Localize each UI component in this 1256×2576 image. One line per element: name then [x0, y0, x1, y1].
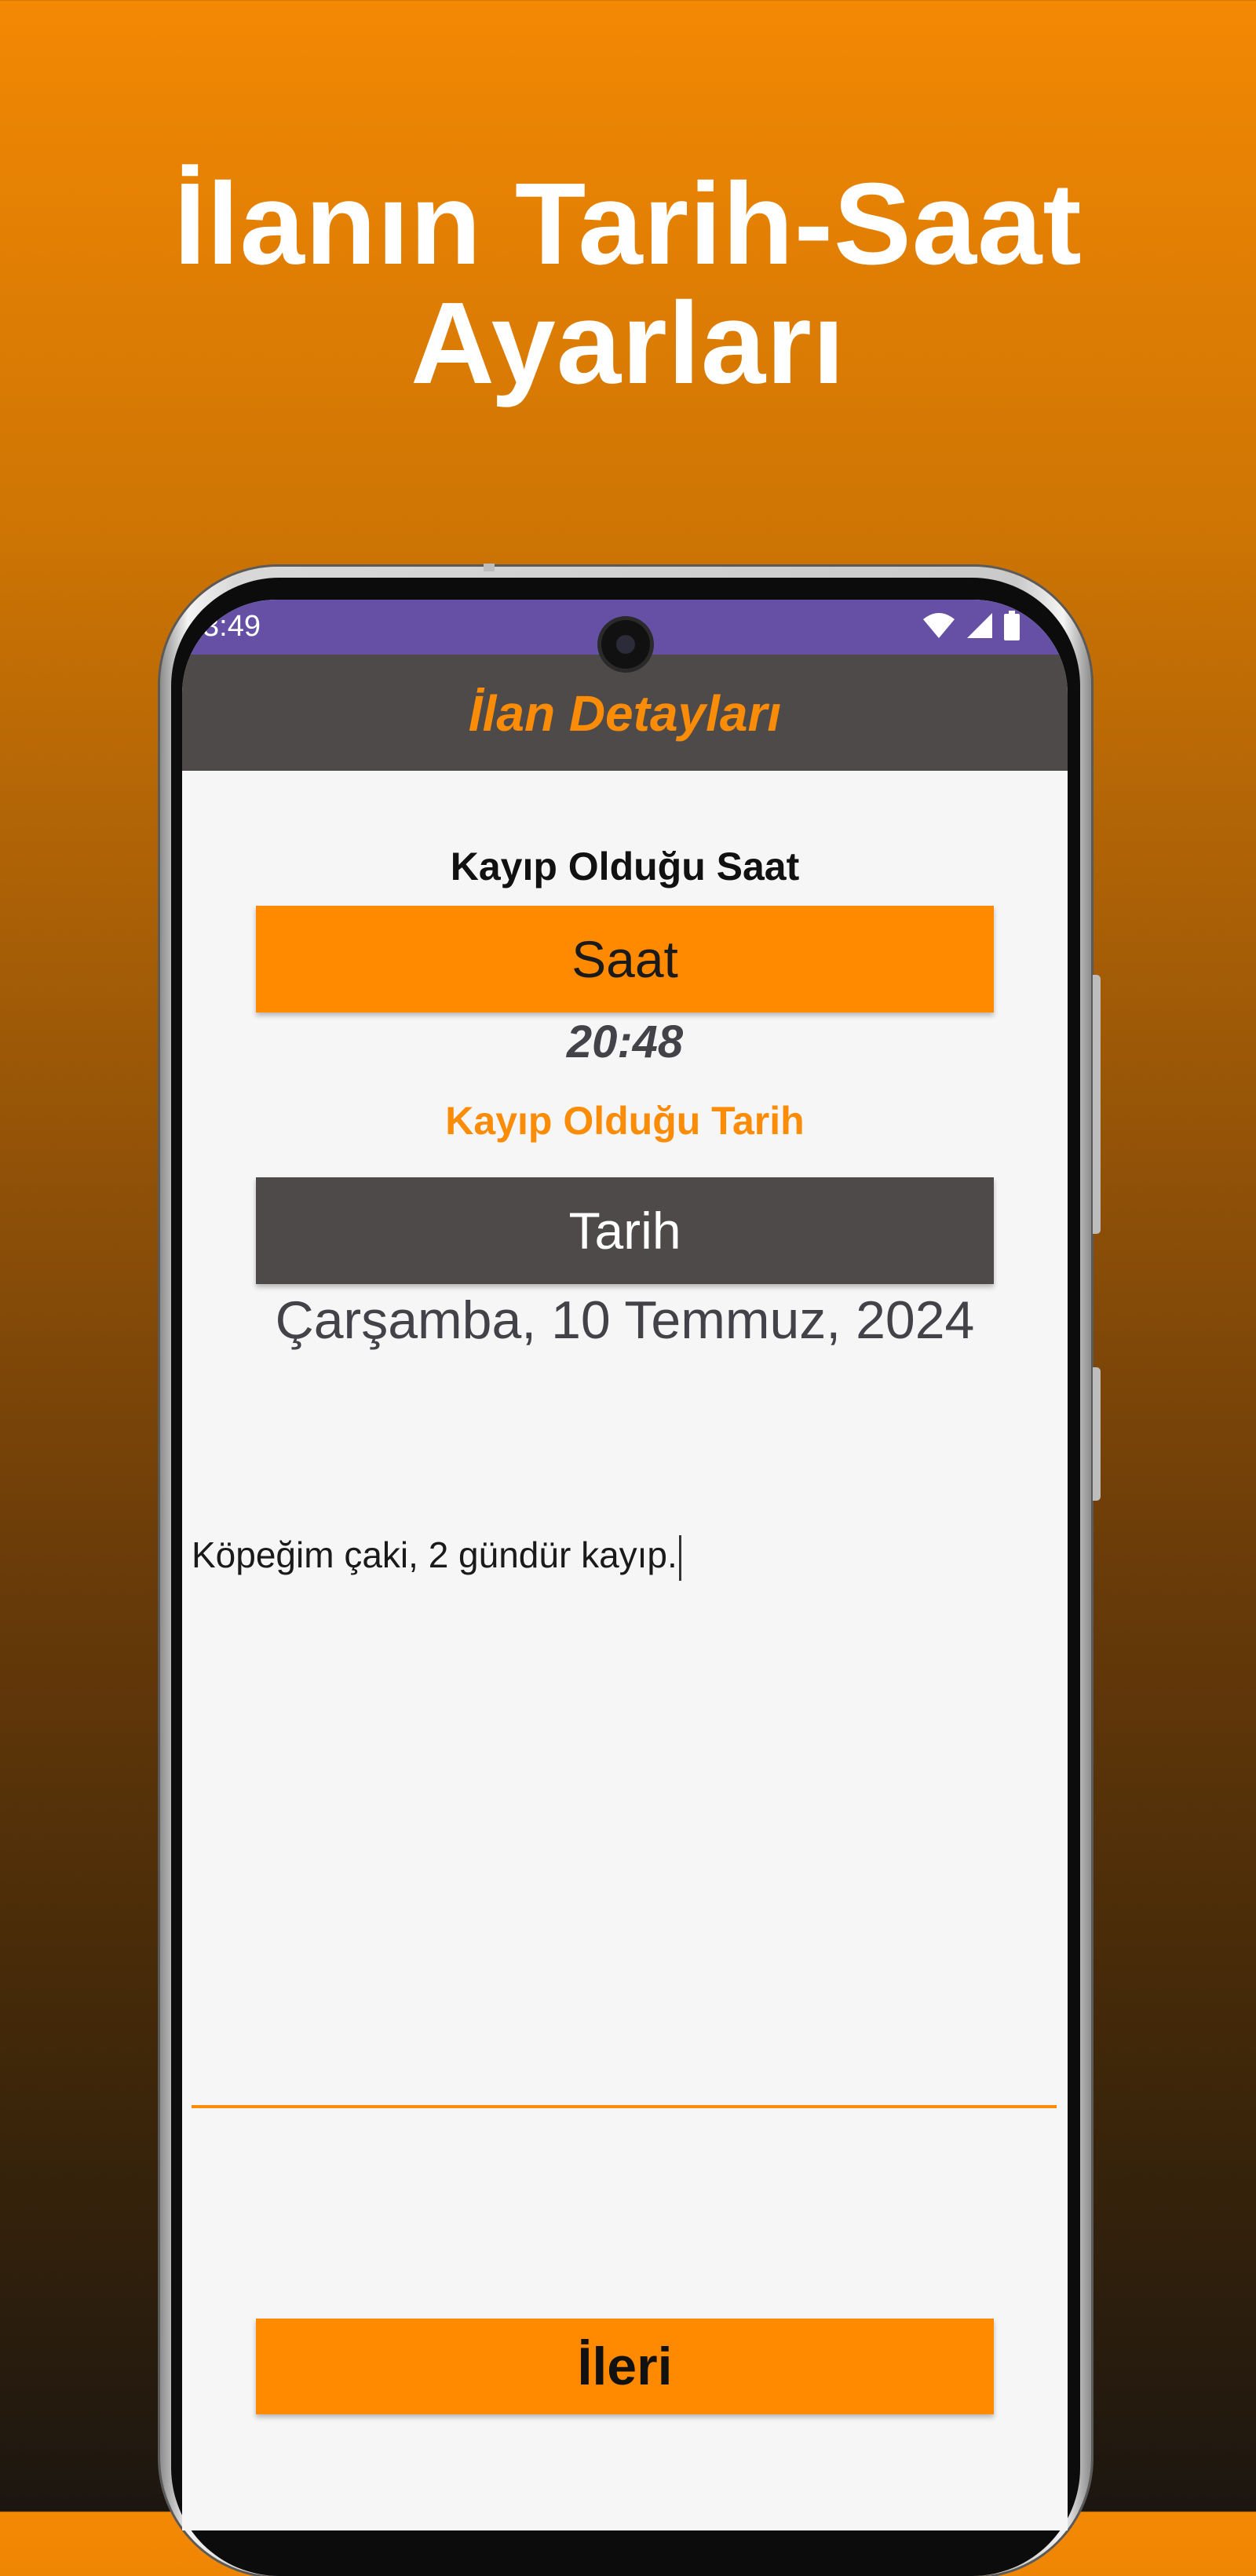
battery-icon	[1004, 611, 1020, 640]
promo-headline: İlanın Tarih-Saat Ayarları	[0, 165, 1256, 403]
time-label: Kayıp Olduğu Saat	[450, 845, 800, 888]
signal-icon	[967, 613, 992, 638]
selected-date-value: Çarşamba, 10 Temmuz, 2024	[275, 1290, 975, 1350]
front-camera	[601, 620, 650, 669]
app-bar: İlan Detayları	[182, 655, 1068, 771]
text-caret	[678, 1534, 681, 1581]
volume-button	[1093, 975, 1101, 1234]
date-label: Kayıp Olduğu Tarih	[445, 1099, 805, 1143]
description-input[interactable]: Köpeğim çaki, 2 gündür kayıp.	[192, 1531, 1057, 2108]
selected-time-value: 20:48	[566, 1016, 684, 1067]
phone-screen: 3:49 İlan Detayları Kayıp Olduğu Saat Sa…	[182, 600, 1068, 2530]
select-date-button[interactable]: Tarih	[256, 1177, 994, 1284]
app-bar-title: İlan Detayları	[468, 685, 782, 742]
promo-headline-line2: Ayarları	[411, 279, 845, 408]
description-text: Köpeğim çaki, 2 gündür kayıp.	[192, 1534, 681, 1581]
wifi-icon	[923, 613, 955, 638]
next-button[interactable]: İleri	[256, 2319, 994, 2414]
power-button	[1093, 1367, 1101, 1501]
select-time-button[interactable]: Saat	[256, 906, 994, 1013]
promo-headline-line1: İlanın Tarih-Saat	[173, 159, 1083, 289]
status-time: 3:49	[203, 610, 261, 643]
